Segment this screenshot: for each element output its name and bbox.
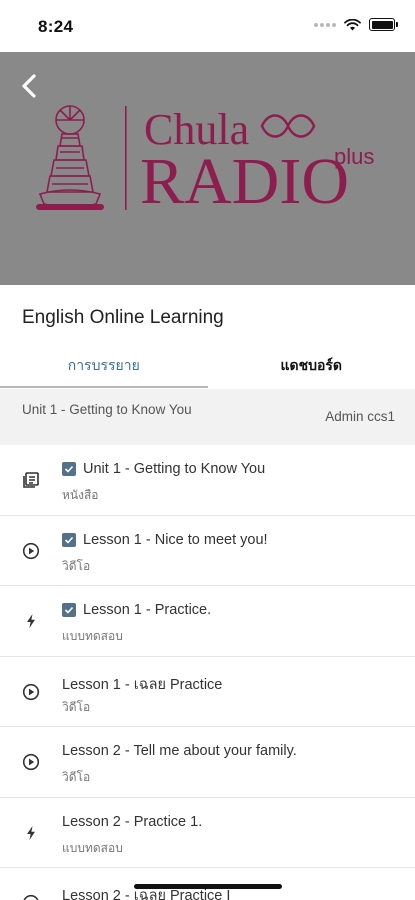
back-button[interactable]: [14, 70, 46, 102]
tab-lectures[interactable]: การบรรยาย: [0, 342, 208, 388]
section-author: Admin ccs1: [325, 409, 395, 424]
item-type: แบบทดสอบ: [62, 840, 123, 855]
status-icons: [314, 18, 398, 31]
play-circle-icon: [22, 683, 40, 700]
list-item[interactable]: Lesson 2 - Practice 1. แบบทดสอบ: [0, 798, 415, 868]
home-indicator[interactable]: [134, 884, 282, 889]
logo-word-plus: plus: [334, 144, 374, 169]
item-title-text: Lesson 1 - เฉลย Practice: [62, 676, 223, 693]
lesson-list: Unit 1 - Getting to Know You หนังสือ Les…: [0, 445, 415, 900]
item-title: Lesson 1 - Practice.: [62, 602, 211, 618]
checkbox-checked-icon: [62, 603, 76, 617]
list-item[interactable]: Lesson 1 - เฉลย Practice วิดีโอ: [0, 657, 415, 727]
tab-dashboard[interactable]: แดชบอร์ด: [208, 342, 415, 388]
tab-bar: การบรรยาย แดชบอร์ด: [0, 342, 415, 388]
item-title-text: Lesson 1 - Nice to meet you!: [83, 531, 268, 548]
item-title: Lesson 1 - Nice to meet you!: [62, 532, 268, 548]
section-title: Unit 1 - Getting to Know You: [22, 402, 192, 417]
cellular-signal-icon: [314, 22, 336, 27]
list-item[interactable]: Lesson 1 - Practice. แบบทดสอบ: [0, 586, 415, 657]
play-circle-icon: [23, 894, 39, 900]
item-type: วิดีโอ: [62, 770, 91, 784]
item-title: Lesson 1 - เฉลย Practice: [62, 673, 222, 696]
logo-word-radio: RADIO: [140, 145, 349, 218]
chevron-left-icon: [22, 74, 36, 98]
battery-icon: [369, 18, 398, 31]
item-title: Lesson 2 - Tell me about your family.: [62, 743, 297, 759]
status-bar: 8:24: [0, 0, 415, 52]
status-time: 8:24: [38, 17, 74, 36]
item-title-text: Unit 1 - Getting to Know You: [83, 461, 266, 477]
play-circle-icon: [22, 542, 40, 559]
list-item[interactable]: Unit 1 - Getting to Know You หนังสือ: [0, 445, 415, 516]
item-title: Lesson 2 - Practice 1.: [62, 814, 202, 830]
item-title: Unit 1 - Getting to Know You: [62, 461, 265, 477]
book-icon: [23, 472, 39, 488]
checkbox-checked-icon: [62, 462, 76, 476]
item-title-text: Lesson 1 - Practice.: [83, 602, 212, 618]
checkbox-checked-icon: [62, 532, 76, 547]
item-title-text: Lesson 2 - Tell me about your family.: [62, 743, 297, 759]
wifi-icon: [344, 18, 361, 30]
item-type: แบบทดสอบ: [62, 629, 123, 643]
play-circle-icon: [22, 753, 40, 771]
course-title: English Online Learning: [22, 307, 224, 328]
list-item[interactable]: Lesson 1 - Nice to meet you! วิดีโอ: [0, 516, 415, 586]
item-title-text: Lesson 2 - Practice 1.: [62, 813, 203, 830]
item-type: วิดีโอ: [62, 699, 91, 714]
section-header[interactable]: Unit 1 - Getting to Know You Admin ccs1: [0, 389, 415, 445]
lightning-icon: [27, 614, 35, 628]
item-type: หนังสือ: [62, 488, 99, 502]
chula-radio-plus-logo: Chula RADIO plus: [36, 105, 374, 218]
list-item[interactable]: Lesson 2 - Tell me about your family. วิ…: [0, 727, 415, 798]
lightning-icon: [27, 825, 35, 840]
course-banner: Chula RADIO plus: [0, 52, 415, 285]
item-type: วิดีโอ: [62, 558, 91, 573]
